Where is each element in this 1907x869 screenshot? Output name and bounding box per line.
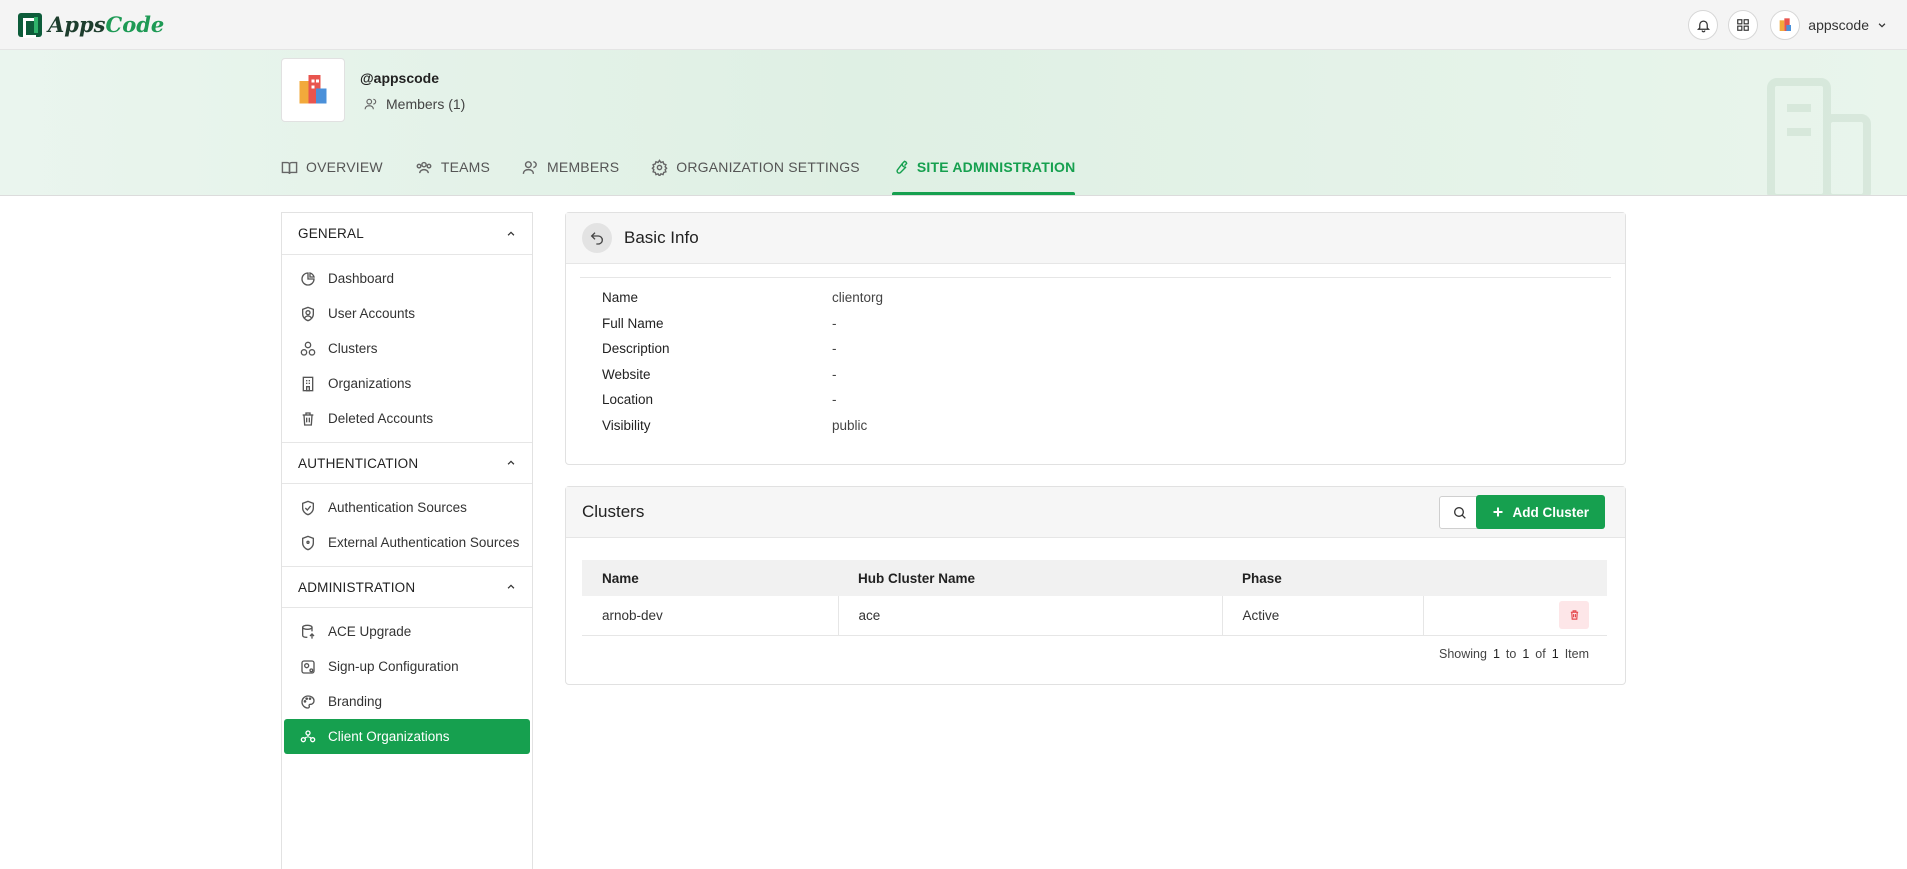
section-administration-header[interactable]: ADMINISTRATION bbox=[282, 566, 532, 608]
sidebar-item-deleted-accounts[interactable]: Deleted Accounts bbox=[284, 401, 530, 436]
shield-icon bbox=[302, 535, 314, 550]
clusters-card: Clusters Add Cluster Name Hub Cluster Na… bbox=[565, 486, 1626, 685]
plus-icon bbox=[1493, 507, 1503, 517]
chevron-up-icon bbox=[507, 230, 515, 236]
members-link[interactable]: Members (1) bbox=[364, 96, 465, 112]
top-bar: AppsCode appscode bbox=[0, 0, 1907, 50]
palette-icon bbox=[301, 694, 315, 709]
search-button[interactable] bbox=[1439, 496, 1481, 529]
admin-sidebar: GENERAL Dashboard User Accounts Clusters… bbox=[281, 212, 533, 869]
members-count-label: Members (1) bbox=[386, 96, 466, 112]
sidebar-item-external-authentication-sources[interactable]: External Authentication Sources bbox=[284, 525, 530, 560]
delete-cluster-button[interactable] bbox=[1559, 601, 1589, 630]
members-icon bbox=[364, 98, 377, 110]
appscode-logo[interactable]: AppsCode bbox=[18, 12, 165, 38]
column-header-actions bbox=[1423, 560, 1607, 596]
cell-actions bbox=[1422, 596, 1607, 636]
tab-organization-settings[interactable]: ORGANIZATION SETTINGS bbox=[651, 148, 860, 186]
shield-check-icon bbox=[302, 500, 314, 515]
pie-chart-icon bbox=[301, 271, 315, 286]
divider bbox=[580, 277, 1611, 278]
basic-info-list: Name clientorg Full Name - Description - We… bbox=[602, 285, 883, 438]
info-row-website: Website - bbox=[602, 366, 837, 382]
sidebar-item-clusters[interactable]: Clusters bbox=[284, 331, 530, 366]
clusters-table: Name Hub Cluster Name Phase arnob-dev ac… bbox=[582, 560, 1607, 636]
column-header-name[interactable]: Name bbox=[582, 560, 838, 596]
search-icon bbox=[1454, 506, 1466, 519]
info-row-location: Location - bbox=[602, 392, 837, 408]
sidebar-item-branding[interactable]: Branding bbox=[284, 684, 530, 719]
organization-avatar bbox=[281, 58, 345, 122]
sidebar-item-organizations[interactable]: Organizations bbox=[284, 366, 530, 401]
user-settings-icon bbox=[301, 659, 315, 674]
cell-hub-cluster-name: ace bbox=[837, 596, 1222, 636]
wrench-icon bbox=[896, 160, 908, 174]
table-row[interactable]: arnob-dev ace Active bbox=[582, 596, 1607, 636]
teams-icon bbox=[416, 161, 432, 173]
section-general-header[interactable]: GENERAL bbox=[282, 213, 532, 255]
building-avatar-icon bbox=[1779, 18, 1792, 31]
pagination-summary: Showing 1 to 1 of 1 Item bbox=[1439, 647, 1589, 661]
section-authentication-header[interactable]: AUTHENTICATION bbox=[282, 442, 532, 484]
trash-icon bbox=[302, 411, 314, 426]
members-icon bbox=[522, 160, 537, 174]
info-row-description: Description - bbox=[602, 341, 837, 357]
trash-icon bbox=[1570, 610, 1578, 620]
bell-icon bbox=[1696, 20, 1710, 32]
sidebar-item-dashboard[interactable]: Dashboard bbox=[284, 261, 530, 296]
org-tabs: OVERVIEW TEAMS MEMBERS ORGANIZATION SETT… bbox=[281, 148, 1076, 195]
gear-icon bbox=[651, 158, 668, 176]
building-watermark-icon bbox=[1767, 78, 1871, 195]
apps-grid-button[interactable] bbox=[1728, 10, 1759, 40]
grid-icon bbox=[1737, 19, 1750, 31]
sidebar-item-user-accounts[interactable]: User Accounts bbox=[284, 296, 530, 331]
tab-members[interactable]: MEMBERS bbox=[522, 148, 619, 186]
database-upgrade-icon bbox=[302, 624, 315, 639]
info-row-name: Name clientorg bbox=[602, 290, 884, 306]
clusters-icon bbox=[300, 341, 316, 356]
sidebar-item-signup-configuration[interactable]: Sign-up Configuration bbox=[284, 649, 530, 684]
chevron-up-icon bbox=[507, 584, 515, 589]
clusters-title: Clusters bbox=[582, 502, 645, 521]
logo-mark-icon bbox=[18, 12, 42, 38]
logo-text: AppsCode bbox=[48, 12, 165, 37]
info-row-full-name: Full Name - bbox=[602, 315, 837, 331]
user-name: appscode bbox=[1808, 17, 1869, 33]
notifications-button[interactable] bbox=[1688, 10, 1719, 40]
add-cluster-button[interactable]: Add Cluster bbox=[1476, 495, 1605, 529]
organization-header: @appscode Members (1) OVERVIEW TEAMS MEM… bbox=[0, 50, 1907, 196]
sidebar-item-authentication-sources[interactable]: Authentication Sources bbox=[284, 490, 530, 525]
tab-overview[interactable]: OVERVIEW bbox=[281, 148, 383, 186]
info-row-visibility: Visibility public bbox=[602, 417, 868, 433]
book-icon bbox=[281, 161, 298, 174]
chevron-up-icon bbox=[507, 460, 515, 465]
cell-cluster-name[interactable]: arnob-dev bbox=[582, 596, 838, 636]
back-arrow-icon bbox=[590, 232, 603, 245]
basic-info-card: Basic Info Name clientorg Full Name - Desc… bbox=[565, 212, 1626, 465]
column-header-hub-cluster-name[interactable]: Hub Cluster Name bbox=[838, 560, 1222, 596]
tab-teams[interactable]: TEAMS bbox=[415, 148, 490, 186]
sidebar-item-ace-upgrade[interactable]: ACE Upgrade bbox=[284, 614, 530, 649]
tab-site-administration[interactable]: SITE ADMINISTRATION bbox=[891, 148, 1076, 195]
sidebar-item-client-organizations[interactable]: Client Organizations bbox=[284, 719, 530, 754]
building-icon bbox=[299, 75, 327, 104]
cell-phase: Active bbox=[1221, 596, 1423, 636]
avatar bbox=[1770, 10, 1801, 40]
user-menu[interactable]: appscode bbox=[1770, 10, 1887, 40]
chevron-down-icon bbox=[1878, 23, 1886, 28]
user-shield-icon bbox=[302, 306, 314, 321]
back-button[interactable] bbox=[582, 223, 612, 253]
basic-info-title: Basic Info bbox=[624, 228, 699, 247]
column-header-phase[interactable]: Phase bbox=[1222, 560, 1423, 596]
organization-handle: @appscode bbox=[360, 70, 440, 86]
building-icon bbox=[302, 376, 314, 391]
client-organizations-icon bbox=[300, 729, 316, 742]
